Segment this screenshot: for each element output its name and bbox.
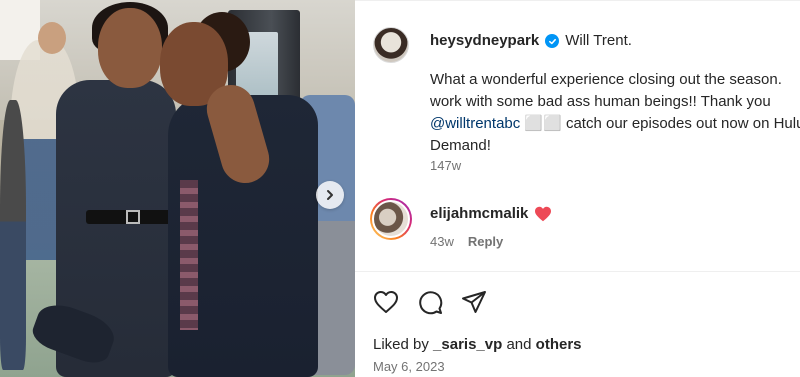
likes-joiner: and <box>506 336 532 353</box>
caption-line: What a wonderful experience closing out … <box>430 71 782 88</box>
chevron-right-icon <box>327 190 333 200</box>
comment: elijahmcmalik <box>430 205 552 222</box>
caption-header: heysydneypark Will Trent. <box>430 31 632 51</box>
caption-text: What a wonderful experience closing out … <box>430 69 800 157</box>
photo-belt-buckle <box>126 210 140 224</box>
paper-plane-icon <box>462 291 486 313</box>
like-button[interactable] <box>372 288 400 316</box>
author-avatar[interactable] <box>373 27 409 63</box>
caption-line: @willtrentabc ⬜⬜ catch our episodes out … <box>430 113 800 135</box>
likes-summary: Liked by _saris_vp and others <box>373 336 582 353</box>
photo-background-person <box>0 100 26 370</box>
commenter-avatar-image <box>372 200 410 238</box>
share-button[interactable] <box>460 288 488 316</box>
verified-badge-icon <box>545 34 560 48</box>
post-actions <box>372 288 488 316</box>
carousel-next-button[interactable] <box>316 181 344 209</box>
comment-bubble-icon <box>419 291 443 315</box>
commenter-username[interactable]: elijahmcmalik <box>430 205 528 222</box>
caption-line: work with some bad ass human beings!! Th… <box>430 93 771 110</box>
caption-title: Will Trent. <box>565 32 632 49</box>
post-date[interactable]: May 6, 2023 <box>373 359 445 374</box>
commenter-avatar[interactable] <box>370 198 412 240</box>
divider <box>355 271 800 272</box>
post-photo[interactable] <box>0 0 355 377</box>
divider <box>355 0 800 1</box>
heart-icon <box>374 291 398 313</box>
post-age[interactable]: 147w <box>430 158 461 173</box>
caption-line: Demand! <box>430 137 491 154</box>
photo-scarf <box>180 180 198 330</box>
photo-person-face <box>98 8 162 88</box>
author-username[interactable]: heysydneypark <box>430 31 539 51</box>
liked-by-user[interactable]: _saris_vp <box>433 336 502 353</box>
mention-link[interactable]: @willtrentabc <box>430 115 520 132</box>
liked-by-others[interactable]: others <box>536 336 582 353</box>
comment-meta: 43w Reply <box>430 234 503 249</box>
comment-age: 43w <box>430 234 454 249</box>
heart-emoji-icon <box>535 206 552 221</box>
comment-button[interactable] <box>416 288 444 316</box>
caption-line-tail: ⬜⬜ catch our episodes out now on Hulu <box>520 115 800 132</box>
photo-background-person-head <box>38 22 66 54</box>
reply-button[interactable]: Reply <box>468 234 503 249</box>
post-detail-panel: heysydneypark Will Trent. What a wonderf… <box>355 0 800 377</box>
likes-prefix: Liked by <box>373 336 429 353</box>
